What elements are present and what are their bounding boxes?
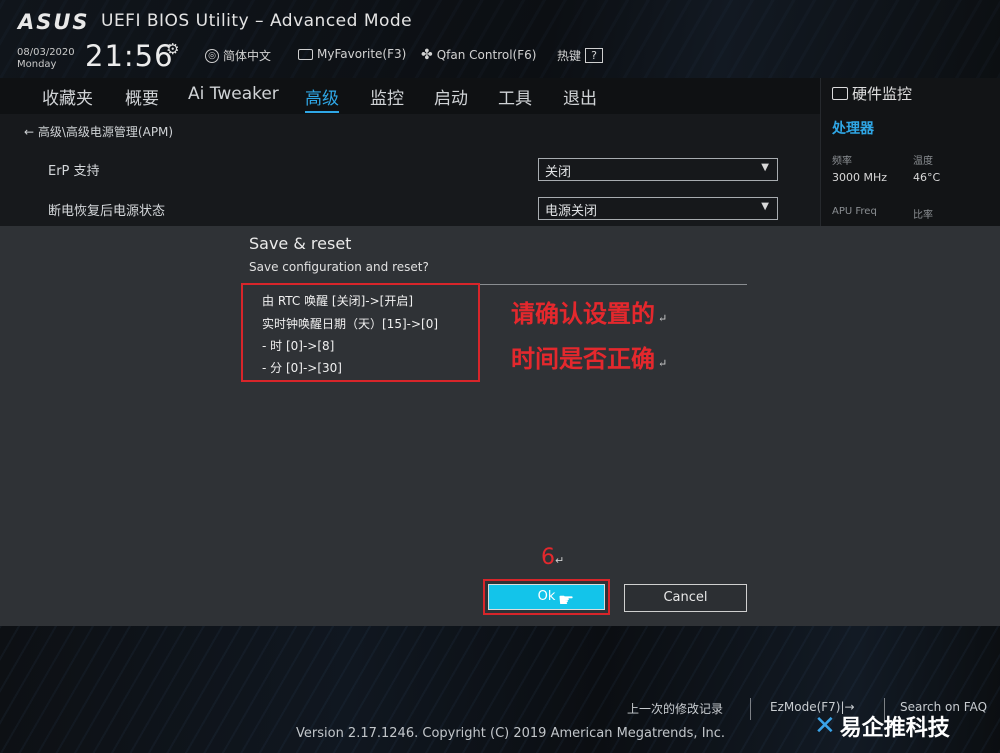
myfavorite-button[interactable]: MyFavorite(F3) xyxy=(298,47,406,61)
tab-favorites[interactable]: 收藏夹 xyxy=(42,84,93,109)
ok-button[interactable]: Ok xyxy=(488,584,605,610)
cpu-temp-label: 温度 xyxy=(913,156,933,167)
chevron-down-icon: ▼ xyxy=(761,162,769,173)
tab-main[interactable]: 概要 xyxy=(125,84,159,109)
monitor-icon xyxy=(832,87,848,100)
clock-settings-gear-icon[interactable]: ⚙ xyxy=(166,40,179,58)
ac-power-restore-select[interactable]: 电源关闭 ▼ xyxy=(538,197,778,220)
header-bar: ASUS UEFI BIOS Utility – Advanced Mode 0… xyxy=(0,0,1000,78)
save-reset-dialog: Save & reset Save configuration and rese… xyxy=(0,226,1000,626)
changes-highlight-box: 由 RTC 唤醒 [关闭]->[开启] 实时钟唤醒日期（天）[15]->[0] … xyxy=(241,283,480,382)
footer-divider xyxy=(750,698,751,720)
footer-area: 上一次的修改记录 EzMode(F7)|→ Search on FAQ Vers… xyxy=(0,626,1000,753)
asus-logo: ASUS xyxy=(18,10,90,34)
tab-exit[interactable]: 退出 xyxy=(563,84,597,109)
date-text: 08/03/2020 xyxy=(17,47,75,58)
watermark-text: 易企推科技 xyxy=(839,716,950,741)
fan-icon: ✤ xyxy=(421,47,433,63)
annotation-note-text: 请确认设置的 xyxy=(511,299,655,328)
cancel-button[interactable]: Cancel xyxy=(624,584,747,612)
tab-ai-tweaker[interactable]: Ai Tweaker xyxy=(188,84,279,104)
hardware-monitor-panel: 硬件监控 处理器 频率 温度 3000 MHz 46°C APU Freq 比率 xyxy=(820,78,1000,226)
return-arrow-icon: ↵ xyxy=(658,357,668,370)
dialog-title: Save & reset xyxy=(249,234,352,253)
chevron-down-icon: ▼ xyxy=(761,201,769,212)
change-item: 由 RTC 唤醒 [关闭]->[开启] xyxy=(262,294,414,308)
date-display: 08/03/2020 Monday xyxy=(17,47,75,71)
watermark-x-icon: ✕ xyxy=(814,711,836,741)
help-icon: ? xyxy=(585,48,604,63)
clock-display: 21:56 xyxy=(85,39,174,73)
breadcrumb-path: 高级\高级电源管理(APM) xyxy=(37,125,174,139)
return-arrow-icon: ↵ xyxy=(658,312,668,325)
change-item: - 时 [0]->[8] xyxy=(262,339,335,353)
qfan-control-button[interactable]: ✤ Qfan Control(F6) xyxy=(421,47,536,63)
last-modified-button[interactable]: 上一次的修改记录 xyxy=(627,700,723,717)
settings-panel: ← 高级\高级电源管理(APM) ErP 支持 关闭 ▼ 断电恢复后电源状态 电… xyxy=(0,114,820,226)
favorite-list-icon xyxy=(298,48,313,60)
tab-boot[interactable]: 启动 xyxy=(434,84,468,109)
erp-support-value: 关闭 xyxy=(545,165,572,180)
tab-tool[interactable]: 工具 xyxy=(498,84,532,109)
step-number: 6 xyxy=(541,545,555,570)
annotation-note-line: 时间是否正确 ↵ xyxy=(511,339,667,374)
tab-advanced[interactable]: 高级 xyxy=(305,84,339,113)
weekday-text: Monday xyxy=(17,59,57,70)
version-copyright: Version 2.17.1246. Copyright (C) 2019 Am… xyxy=(296,726,726,741)
erp-support-select[interactable]: 关闭 ▼ xyxy=(538,158,778,181)
myfavorite-label: MyFavorite(F3) xyxy=(317,47,407,61)
hand-cursor-icon: ☛ xyxy=(558,590,575,611)
hardware-monitor-label: 硬件监控 xyxy=(852,85,913,103)
dialog-subtitle: Save configuration and reset? xyxy=(249,260,429,274)
annotation-note-text: 时间是否正确 xyxy=(511,344,655,373)
cpu-freq-value: 3000 MHz xyxy=(832,171,888,184)
ac-power-restore-label: 断电恢复后电源状态 xyxy=(48,204,166,219)
watermark-logo: ✕ 易企推科技 xyxy=(814,710,950,742)
hardware-monitor-title: 硬件监控 xyxy=(832,83,912,104)
hotkeys-label: 热键 xyxy=(557,49,582,63)
bios-title: UEFI BIOS Utility – Advanced Mode xyxy=(101,11,413,31)
annotation-note-line: 请确认设置的 ↵ xyxy=(511,294,667,329)
cpu-freq-label: 频率 xyxy=(832,156,852,167)
step-number-annotation: 6↵ xyxy=(541,545,564,570)
tab-monitor[interactable]: 监控 xyxy=(370,84,404,109)
ac-power-restore-value: 电源关闭 xyxy=(545,204,598,219)
change-item: 实时钟唤醒日期（天）[15]->[0] xyxy=(262,317,439,331)
apu-freq-label: APU Freq xyxy=(832,206,877,217)
breadcrumb[interactable]: ← 高级\高级电源管理(APM) xyxy=(24,123,173,140)
globe-icon: ◎ xyxy=(205,48,219,63)
language-label: 简体中文 xyxy=(223,49,272,63)
cpu-temp-value: 46°C xyxy=(913,171,941,184)
main-tab-bar: 收藏夹 概要 Ai Tweaker 高级 监控 启动 工具 退出 xyxy=(0,78,820,114)
cpu-section-title: 处理器 xyxy=(832,121,874,137)
back-arrow-icon[interactable]: ← xyxy=(24,125,34,139)
ratio-label: 比率 xyxy=(913,210,933,221)
qfan-label: Qfan Control(F6) xyxy=(436,48,537,62)
return-arrow-icon: ↵ xyxy=(555,554,565,567)
erp-support-label: ErP 支持 xyxy=(48,164,100,179)
hotkeys-button[interactable]: 热键 ? xyxy=(557,47,604,64)
language-button[interactable]: ◎ 简体中文 xyxy=(205,47,271,64)
change-item: - 分 [0]->[30] xyxy=(262,361,342,375)
